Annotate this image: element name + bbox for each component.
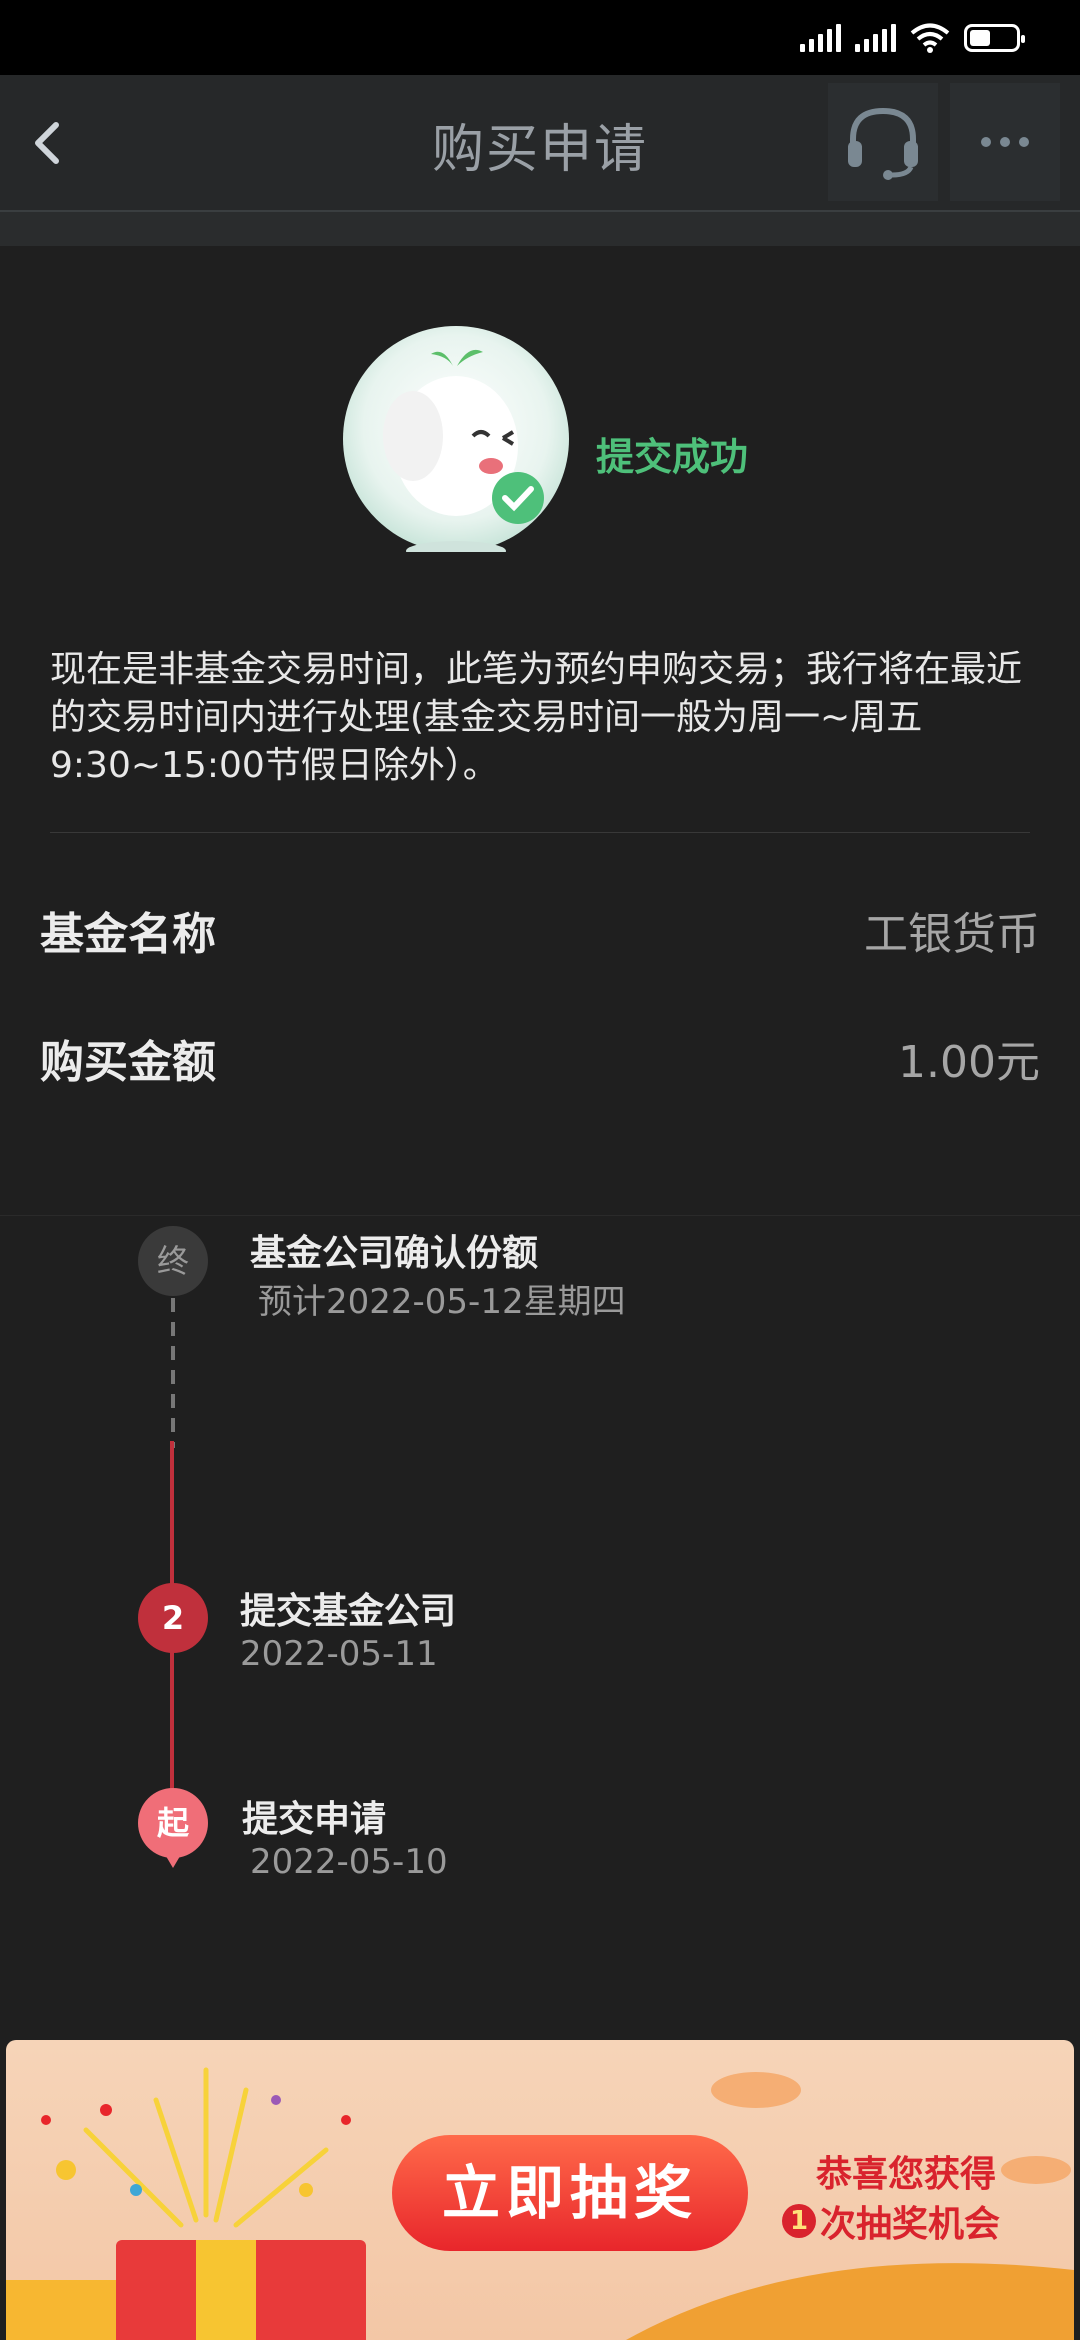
- divider: [50, 832, 1030, 833]
- chance-count-badge: 1: [782, 2204, 816, 2238]
- chance-label: 次抽奖机会: [820, 2204, 1001, 2245]
- timeline-node-end: 终: [138, 1226, 208, 1296]
- fund-name-label: 基金名称: [40, 909, 216, 960]
- timeline-step2-date: 2022-05-11: [240, 1634, 438, 1674]
- timeline-start-title: 提交申请: [242, 1799, 387, 1840]
- timeline-end-date: 预计2022-05-12星期四: [258, 1282, 626, 1322]
- timeline-start-date: 2022-05-10: [250, 1842, 448, 1882]
- more-button[interactable]: [950, 83, 1060, 201]
- mascot-illustration: [383, 349, 544, 561]
- signal-icon: [800, 24, 841, 52]
- wifi-icon: [910, 23, 950, 53]
- success-section: 提交成功 现在是非基金交易时间，此笔为预约申购交易；我行将在最近的交易时间内进行…: [0, 246, 1080, 1246]
- congrats-text: 恭喜您获得: [816, 2154, 997, 2195]
- amount-label: 购买金额: [40, 1037, 216, 1088]
- notice-text: 现在是非基金交易时间，此笔为预约申购交易；我行将在最近的交易时间内进行处理(基金…: [50, 649, 1023, 786]
- lottery-banner[interactable]: 立即抽奖 恭喜您获得 1 次抽奖机会: [6, 2040, 1074, 2340]
- amount-row: 购买金额 1.00元: [40, 1026, 1040, 1088]
- headset-icon: [848, 107, 918, 180]
- gift-box-small: [6, 2280, 116, 2340]
- timeline-node-start: 起: [138, 1788, 208, 1868]
- status-icons: [800, 22, 1025, 54]
- signal-icon: [855, 24, 896, 52]
- timeline-step2-title: 提交基金公司: [240, 1591, 457, 1632]
- status-bar: [0, 0, 1080, 75]
- progress-timeline: 终 基金公司确认份额 预计2022-05-12星期四 2 提交基金公司 2022…: [0, 1215, 1080, 1916]
- customer-service-button[interactable]: [828, 83, 938, 201]
- amount-value: 1.00元: [898, 1037, 1040, 1088]
- timeline-dashed-line: [171, 1298, 175, 1448]
- success-message: 提交成功: [596, 435, 749, 479]
- battery-icon: [964, 24, 1025, 52]
- lottery-button[interactable]: 立即抽奖: [392, 2135, 748, 2251]
- header-bar: 购买申请: [0, 75, 1080, 212]
- chance-text: 1 次抽奖机会: [782, 2195, 1000, 2247]
- fund-name-value: 工银货币: [864, 909, 1040, 960]
- timeline-end-title: 基金公司确认份额: [250, 1233, 539, 1274]
- fund-name-row: 基金名称 工银货币: [40, 898, 1040, 960]
- more-dots-icon: [981, 137, 1029, 147]
- header-shadow-stripe: [0, 212, 1080, 246]
- timeline-node-step2: 2: [138, 1583, 208, 1653]
- elephant-mascot-image: [343, 326, 569, 561]
- gift-ribbon: [196, 2240, 256, 2340]
